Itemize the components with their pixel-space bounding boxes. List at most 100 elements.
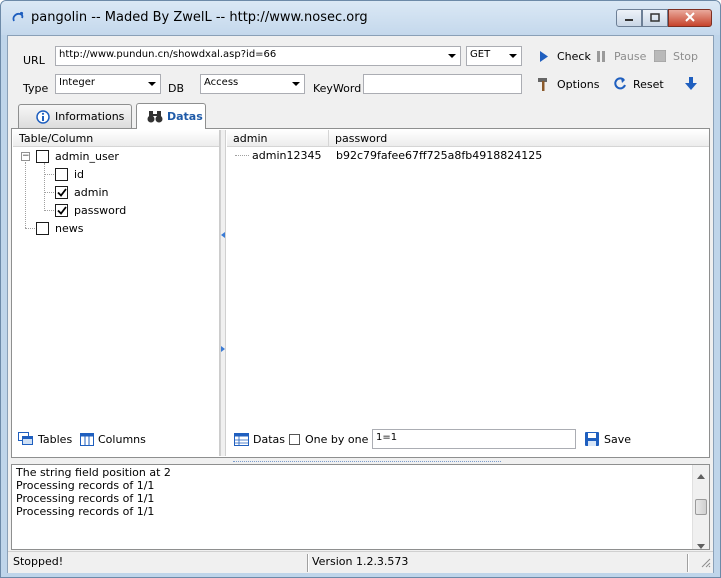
resize-grip-icon[interactable]: [701, 558, 711, 571]
tree-line: [25, 228, 35, 229]
keyword-input[interactable]: [363, 74, 522, 94]
url-dropdown-arrow-icon[interactable]: [448, 54, 456, 58]
reset-icon: [612, 76, 628, 92]
close-button[interactable]: [668, 9, 712, 27]
db-value: Access: [204, 77, 239, 88]
stop-button[interactable]: Stop: [652, 46, 698, 66]
columns-button[interactable]: Columns: [80, 427, 146, 451]
table-tree-pane: Table/Column − admin_user id admin passw…: [13, 130, 220, 456]
admin-label: admin: [74, 185, 109, 199]
info-icon: [35, 109, 51, 125]
one-by-one-label: One by one: [305, 432, 369, 446]
tree-line: [44, 163, 45, 211]
tree-item-password[interactable]: password: [55, 201, 126, 219]
admin-user-checkbox[interactable]: [36, 149, 49, 163]
tab-informations[interactable]: Informations: [18, 104, 132, 128]
grid-cell-password[interactable]: b92c79fafee67ff725a8fb4918824125: [336, 149, 542, 162]
splitter-arrow-left-icon: [221, 228, 225, 241]
keyword-label: KeyWord: [313, 82, 362, 95]
tab-informations-label: Informations: [55, 110, 125, 123]
pangolin-app-icon: [11, 10, 25, 24]
type-value: Integer: [59, 77, 95, 88]
stop-label: Stop: [673, 49, 699, 63]
db-combobox[interactable]: Access: [200, 74, 305, 94]
type-combobox[interactable]: Integer: [55, 74, 161, 94]
log-scrollbar[interactable]: [692, 465, 709, 549]
maximize-button[interactable]: [642, 9, 668, 27]
collapse-admin-user-icon[interactable]: −: [21, 152, 30, 161]
scroll-thumb[interactable]: [695, 499, 707, 515]
save-icon: [585, 432, 599, 446]
db-dropdown-arrow-icon[interactable]: [292, 82, 300, 86]
minimize-icon: [624, 12, 634, 25]
tables-button-label: Tables: [38, 432, 73, 446]
tab-datas[interactable]: Datas: [136, 103, 206, 129]
db-label: DB: [168, 82, 185, 95]
columns-button-label: Columns: [98, 432, 146, 446]
check-button[interactable]: Check: [536, 46, 591, 66]
status-state: Stopped!: [13, 555, 64, 568]
status-version: Version 1.2.3.573: [312, 555, 409, 568]
scroll-up-icon[interactable]: [697, 469, 705, 482]
one-by-one-checkbox-group[interactable]: One by one: [289, 427, 368, 451]
download-button[interactable]: [683, 74, 704, 94]
window-title: pangolin -- Maded By ZwelL -- http://www…: [31, 10, 368, 25]
tree-line: [44, 192, 54, 193]
log-line: Processing records of 1/1: [16, 505, 155, 518]
datas-button[interactable]: Datas: [234, 427, 285, 451]
checkmark-icon: [56, 205, 67, 215]
id-checkbox[interactable]: [55, 167, 68, 181]
splitter-arrow-right-icon: [221, 342, 225, 355]
pause-label: Pause: [614, 49, 647, 63]
method-combobox[interactable]: GET: [466, 46, 522, 66]
tables-icon: [18, 432, 34, 446]
grid-cell-admin[interactable]: admin12345: [252, 149, 321, 162]
play-icon: [536, 48, 552, 64]
vertical-splitter[interactable]: [220, 130, 226, 456]
log-output[interactable]: The string field position at 2 Processin…: [11, 464, 710, 550]
method-dropdown-arrow-icon[interactable]: [509, 54, 517, 58]
datas-icon: [234, 432, 249, 446]
check-label: Check: [557, 49, 591, 63]
datas-tab-page: Table/Column − admin_user id admin passw…: [11, 128, 710, 458]
admin-checkbox[interactable]: [55, 185, 68, 199]
grid-header-password[interactable]: password: [329, 130, 709, 147]
type-label: Type: [23, 82, 49, 95]
caption-buttons: [616, 9, 712, 29]
news-label: news: [55, 221, 84, 235]
grid-header-admin[interactable]: admin: [227, 130, 329, 147]
type-dropdown-arrow-icon[interactable]: [148, 82, 156, 86]
log-line: The string field position at 2: [16, 466, 171, 479]
tree-line: [44, 210, 54, 211]
pause-button[interactable]: Pause: [593, 46, 646, 66]
reset-label: Reset: [633, 77, 664, 91]
tree-item-id[interactable]: id: [55, 165, 84, 183]
admin-user-label: admin_user: [55, 149, 119, 163]
log-line: Processing records of 1/1: [16, 492, 155, 505]
tree-item-news[interactable]: news: [36, 219, 83, 237]
url-combobox[interactable]: http://www.pundun.cn/showdxal.asp?id=66: [55, 46, 461, 66]
password-checkbox[interactable]: [55, 203, 68, 217]
options-button[interactable]: Options: [536, 74, 599, 94]
one-by-one-checkbox[interactable]: [289, 433, 300, 445]
save-button[interactable]: Save: [585, 427, 631, 451]
tree-line: [235, 155, 249, 156]
condition-input[interactable]: 1=1: [372, 429, 576, 449]
columns-icon: [80, 432, 94, 446]
tree-line: [25, 162, 26, 228]
minimize-button[interactable]: [616, 9, 642, 27]
app-window: pangolin -- Maded By ZwelL -- http://www…: [0, 0, 721, 578]
client-area: URL http://www.pundun.cn/showdxal.asp?id…: [7, 35, 714, 573]
tree-item-admin-user[interactable]: admin_user: [36, 147, 119, 165]
table-column-header[interactable]: Table/Column: [13, 130, 219, 147]
binoculars-icon: [147, 109, 163, 125]
tree-line: [44, 174, 54, 175]
checkmark-icon: [56, 187, 67, 197]
reset-button[interactable]: Reset: [612, 74, 664, 94]
tab-datas-label: Datas: [167, 110, 203, 123]
title-bar[interactable]: pangolin -- Maded By ZwelL -- http://www…: [1, 1, 720, 35]
maximize-icon: [650, 12, 660, 25]
tree-item-admin[interactable]: admin: [55, 183, 108, 201]
news-checkbox[interactable]: [36, 221, 49, 235]
tables-button[interactable]: Tables: [18, 427, 72, 451]
